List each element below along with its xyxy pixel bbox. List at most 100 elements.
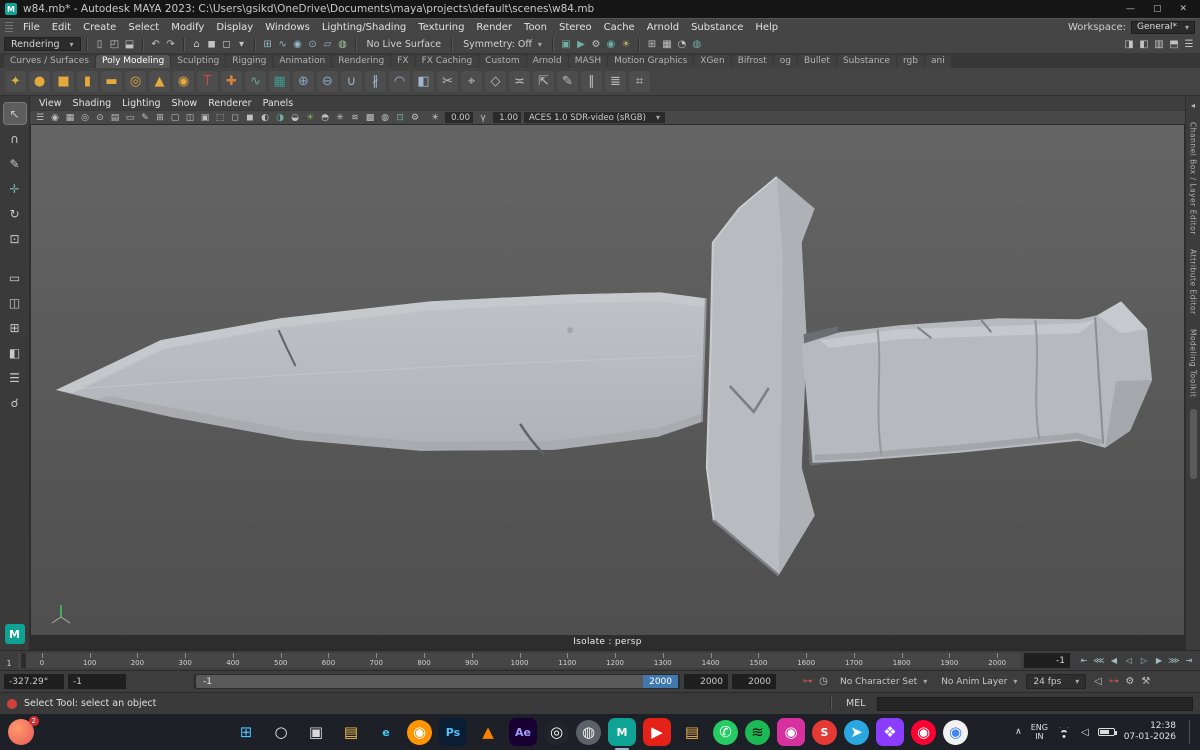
shelf-tab[interactable]: Sculpting (171, 55, 226, 68)
shelf-cylinder-icon[interactable]: ▮ (77, 71, 98, 92)
select-tool[interactable]: ↖ (2, 102, 27, 125)
paint-select-tool[interactable]: ✎ (4, 153, 26, 174)
light-editor-icon[interactable]: ☀ (619, 37, 633, 51)
panel-menu-item[interactable]: View (34, 98, 67, 109)
character-set-menu[interactable]: No Character Set (835, 677, 932, 687)
shelf-tab[interactable]: Bullet (798, 55, 836, 68)
select-camera-icon[interactable]: ◉ (48, 112, 62, 124)
divider[interactable] (551, 37, 554, 51)
divider[interactable] (637, 37, 640, 51)
textured-icon[interactable]: ◒ (288, 112, 302, 124)
step-forward-frame-button[interactable]: ▶ (1152, 654, 1166, 668)
safe-action-icon[interactable]: ◻ (228, 112, 242, 124)
shelf-bevel-icon[interactable]: ◇ (485, 71, 506, 92)
timeline-tick[interactable]: 1300 (639, 653, 687, 668)
playback-end-field[interactable]: 2000 (684, 674, 728, 689)
timeline-tick[interactable]: 1600 (782, 653, 830, 668)
divider[interactable] (253, 37, 256, 51)
colorspace-select[interactable]: ACES 1.0 SDR-video (sRGB) (524, 112, 665, 123)
whatsapp-icon[interactable]: ✆ (713, 719, 738, 745)
isolate-select-icon[interactable]: ⊡ (393, 112, 407, 124)
lock-camera-icon[interactable]: ▦ (63, 112, 77, 124)
step-back-frame-button[interactable]: ◀ (1107, 654, 1121, 668)
snap-view-plane-icon[interactable]: ▱ (321, 37, 335, 51)
step-back-key-button[interactable]: ⋘ (1092, 654, 1106, 668)
resolution-gate-icon[interactable]: ◫ (183, 112, 197, 124)
default-material-icon[interactable]: ◔ (675, 37, 689, 51)
timeline-tick[interactable]: 500 (257, 653, 305, 668)
shelf-svg-icon[interactable]: ✚ (221, 71, 242, 92)
select-hierarchy-icon[interactable]: ⌂ (190, 37, 204, 51)
render-view-icon[interactable]: ▣ (559, 37, 573, 51)
current-time-field[interactable]: -1 (1024, 653, 1070, 668)
dagger-model[interactable] (31, 125, 1184, 649)
snap-curve-icon[interactable]: ∿ (276, 37, 290, 51)
scale-tool[interactable]: ⊡ (4, 228, 26, 249)
animation-start-field[interactable]: -1 (68, 674, 126, 689)
shelf-mirror-icon[interactable]: ◧ (413, 71, 434, 92)
numeric-input-field[interactable]: -327.29° (4, 674, 64, 689)
symmetry-select[interactable]: Symmetry: Off (458, 39, 547, 50)
shaded-icon[interactable]: ◑ (273, 112, 287, 124)
shelf-disc-icon[interactable]: ◉ (173, 71, 194, 92)
menu-item[interactable]: File (17, 22, 46, 33)
folder-icon[interactable]: ▤ (678, 718, 706, 746)
battery-icon[interactable] (1097, 728, 1117, 736)
obs-icon[interactable]: ◎ (544, 719, 569, 745)
shelf-tab[interactable]: Substance (836, 55, 897, 68)
clock[interactable]: 12:38 07-01-2026 (1124, 721, 1176, 743)
shelf-cone-icon[interactable]: ▲ (149, 71, 170, 92)
photos-icon[interactable]: ❖ (876, 718, 904, 746)
grease-pencil-icon[interactable]: ✎ (138, 112, 152, 124)
stopwatch-icon[interactable]: ◷ (816, 674, 831, 689)
timeline-tick[interactable]: 400 (209, 653, 257, 668)
timeline-tick[interactable]: 1800 (878, 653, 926, 668)
layout-outliner-icon[interactable]: ◧ (4, 342, 26, 363)
play-backwards-button[interactable]: ◁ (1122, 654, 1136, 668)
menu-item[interactable]: Stereo (553, 22, 598, 33)
modeling-toolkit-toggle[interactable]: ⬒ (1167, 37, 1181, 51)
timeline-tick[interactable]: 1200 (591, 653, 639, 668)
open-scene-icon[interactable]: ◰ (108, 37, 122, 51)
use-all-lights-icon[interactable]: ☀ (303, 112, 317, 124)
divider[interactable] (451, 37, 454, 51)
plugin-icon[interactable]: ⚙ (408, 112, 422, 124)
set-key-icon[interactable]: ⊶ (800, 674, 815, 689)
mel-input[interactable] (876, 696, 1193, 711)
shelf-torus-icon[interactable]: ◎ (125, 71, 146, 92)
vlc-icon[interactable]: ▲ (474, 718, 502, 746)
save-scene-icon[interactable]: ⬓ (123, 37, 137, 51)
menu-item[interactable]: Edit (46, 22, 77, 33)
shelf-crease-icon[interactable]: ⌗ (629, 71, 650, 92)
instagram-icon[interactable]: ◉ (777, 718, 805, 746)
render-settings-icon[interactable]: ⚙ (589, 37, 603, 51)
menu-item[interactable]: Lighting/Shading (316, 22, 412, 33)
field-chart-icon[interactable]: ⬚ (213, 112, 227, 124)
edge-icon[interactable]: e (372, 718, 400, 746)
go-to-end-button[interactable]: ⇥ (1182, 654, 1196, 668)
snap-point-icon[interactable]: ◉ (291, 37, 305, 51)
shelf-tab[interactable]: rgb (897, 55, 924, 68)
menu-item[interactable]: Render (470, 22, 518, 33)
widgets-icon[interactable]: 2 (8, 716, 39, 745)
grid-toggle-icon[interactable]: ⊞ (645, 37, 659, 51)
gamma-icon[interactable]: γ (476, 112, 490, 124)
shelf-boolean-difference-icon[interactable]: ⊖ (317, 71, 338, 92)
tool-settings-toggle[interactable]: ◧ (1137, 37, 1151, 51)
photoshop-icon[interactable]: Ps (439, 718, 467, 746)
shelf-boolean-union-icon[interactable]: ⊕ (293, 71, 314, 92)
minimize-button[interactable]: — (1126, 4, 1135, 14)
spotify-icon[interactable]: ≋ (745, 719, 770, 745)
shelf-sphere-icon[interactable]: ● (29, 71, 50, 92)
select-component-icon[interactable]: ◻ (220, 37, 234, 51)
rotate-tool[interactable]: ↻ (4, 203, 26, 224)
safe-title-icon[interactable]: ◼ (243, 112, 257, 124)
menu-set-select[interactable]: Rendering (4, 37, 81, 51)
timeline-tick[interactable]: 2000 (973, 653, 1021, 668)
shelf-type-icon[interactable]: T (197, 71, 218, 92)
panel-menu-icon[interactable]: ☰ (33, 112, 47, 124)
wireframe-icon[interactable]: ◐ (258, 112, 272, 124)
menu-item[interactable]: Windows (259, 22, 316, 33)
anim-layer-menu[interactable]: No Anim Layer (936, 677, 1022, 687)
snap-grid-icon[interactable]: ⊞ (261, 37, 275, 51)
